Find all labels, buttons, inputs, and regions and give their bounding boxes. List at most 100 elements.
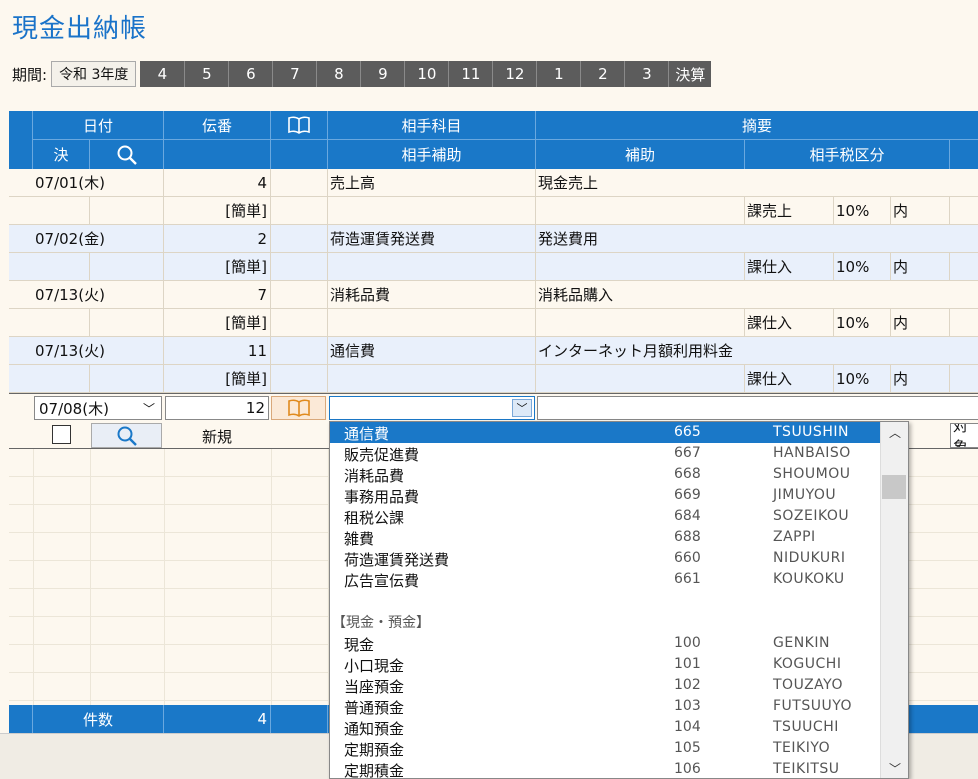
footer-count-label: 件数 (33, 705, 164, 733)
dropdown-item[interactable]: 定期積金 106 TEIKITSU (330, 759, 880, 778)
entry-book-button[interactable] (271, 396, 326, 420)
row-account: 売上高 (328, 169, 536, 196)
ledger-entry[interactable]: 07/13(火) 7 消耗品費 消耗品購入 [簡単] 課仕入 10% 内 (9, 281, 978, 337)
entry-target-field[interactable]: 対象 (950, 423, 978, 448)
table-row[interactable]: [簡単] 課売上 10% 内 (9, 197, 978, 225)
month-button-11[interactable]: 11 (448, 61, 493, 87)
page-title: 現金出納帳 (12, 14, 148, 44)
header-summary: 摘要 (741, 116, 772, 135)
row-date: 07/13(火) (33, 337, 164, 364)
dropdown-item[interactable]: 通知預金 104 TSUUCHI (330, 717, 880, 738)
month-button-6[interactable]: 6 (228, 61, 273, 87)
month-button-7[interactable]: 7 (272, 61, 317, 87)
dropdown-item[interactable]: 広告宣伝費 661 KOUKOKU (330, 569, 880, 590)
chevron-down-icon[interactable]: ﹀ (512, 399, 532, 417)
ledger-entry[interactable]: 07/13(火) 11 通信費 インターネット月額利用料金 [簡単] 課仕入 1… (9, 337, 978, 393)
dropdown-item[interactable]: 荷造運賃発送費 660 NIDUKURI (330, 548, 880, 569)
dropdown-item[interactable]: 租税公課 684 SOZEIKOU (330, 506, 880, 527)
table-row[interactable]: 07/02(金) 2 荷造運賃発送費 発送費用 (9, 225, 978, 253)
table-row[interactable]: [簡単] 課仕入 10% 内 (9, 365, 978, 393)
entry-account-select[interactable]: ﹀ (329, 396, 535, 420)
month-button-5[interactable]: 5 (184, 61, 229, 87)
row-date: 07/02(金) (33, 225, 164, 252)
settlement-button[interactable]: 決算 (668, 61, 712, 87)
dropdown-item[interactable]: 当座預金 102 TOUZAYO (330, 675, 880, 696)
entry-date-value: 07/08(木) (39, 399, 109, 418)
row-voucher-no: 11 (164, 337, 271, 364)
entry-settle-checkbox[interactable] (52, 425, 71, 444)
table-row[interactable]: 07/13(火) 7 消耗品費 消耗品購入 (9, 281, 978, 309)
row-tax: 課仕入 (745, 365, 834, 392)
footer-count-value: 4 (164, 705, 271, 733)
dropdown-scrollbar[interactable]: ︿ ﹀ (880, 422, 908, 778)
row-rate: 10% (834, 197, 891, 224)
entry-date-select[interactable]: 07/08(木) ﹀ (34, 396, 162, 420)
row-rate: 10% (834, 365, 891, 392)
dropdown-item[interactable]: 普通預金 103 FUTSUUYO (330, 696, 880, 717)
table-row[interactable]: 07/13(火) 11 通信費 インターネット月額利用料金 (9, 337, 978, 365)
row-account: 通信費 (328, 337, 536, 364)
month-button-4[interactable]: 4 (140, 61, 185, 87)
table-row[interactable]: 07/01(木) 4 売上高 現金売上 (9, 169, 978, 197)
month-button-3[interactable]: 3 (624, 61, 669, 87)
row-voucher-no: 7 (164, 281, 271, 308)
ledger-rows: 07/01(木) 4 売上高 現金売上 [簡単] 課売上 10% 内 07/02… (9, 169, 978, 393)
month-button-2[interactable]: 2 (580, 61, 625, 87)
entry-search-button[interactable] (91, 423, 162, 448)
header-search-icon[interactable] (90, 140, 164, 169)
dropdown-item[interactable]: 事務用品費 669 JIMUYOU (330, 485, 880, 506)
scrollbar-thumb[interactable] (882, 475, 906, 499)
month-bar: 4 5 6 7 8 9 10 11 12 1 2 3 決算 (140, 61, 712, 87)
header-settle: 決 (33, 140, 90, 169)
row-mode: [簡単] (164, 309, 271, 336)
dropdown-item[interactable]: 消耗品費 668 SHOUMOU (330, 464, 880, 485)
header-account: 相手科目 (328, 111, 536, 139)
grid-header: 日付 伝番 相手科目 摘要 決 相手補助 補助 相手税区分 (9, 111, 978, 169)
book-icon[interactable] (271, 111, 328, 139)
entry-summary-input[interactable] (537, 396, 978, 420)
row-date: 07/01(木) (33, 169, 164, 196)
ledger-entry[interactable]: 07/02(金) 2 荷造運賃発送費 発送費用 [簡単] 課仕入 10% 内 (9, 225, 978, 281)
row-tax: 課仕入 (745, 253, 834, 280)
dropdown-item[interactable]: 現金 100 GENKIN (330, 633, 880, 654)
row-account: 荷造運賃発送費 (328, 225, 536, 252)
dropdown-item[interactable]: 小口現金 101 KOGUCHI (330, 654, 880, 675)
entry-new-label: 新規 (201, 427, 232, 446)
row-rate: 10% (834, 309, 891, 336)
header-corner (9, 111, 33, 169)
header-blank-2 (271, 140, 328, 169)
row-incl: 内 (891, 253, 950, 280)
book-icon (287, 399, 310, 417)
row-summary: インターネット月額利用料金 (538, 342, 734, 360)
month-button-8[interactable]: 8 (316, 61, 361, 87)
account-dropdown-list[interactable]: 通信費 665 TSUUSHIN 販売促進費 667 HANBAISO 消耗品費… (329, 421, 909, 779)
row-account: 消耗品費 (328, 281, 536, 308)
header-voucher-no: 伝番 (164, 111, 271, 139)
row-incl: 内 (891, 365, 950, 392)
entry-voucher-no-input[interactable]: 12 (165, 396, 269, 420)
month-button-12[interactable]: 12 (492, 61, 537, 87)
period-label: 期間: (12, 65, 48, 84)
row-voucher-no: 2 (164, 225, 271, 252)
header-date: 日付 (33, 111, 164, 139)
dropdown-item[interactable]: 定期預金 105 TEIKIYO (330, 738, 880, 759)
month-button-9[interactable]: 9 (360, 61, 405, 87)
dropdown-item[interactable]: 販売促進費 667 HANBAISO (330, 443, 880, 464)
dropdown-item[interactable]: 通信費 665 TSUUSHIN (330, 422, 880, 443)
chevron-up-icon[interactable]: ︿ (881, 422, 908, 442)
row-mode: [簡単] (164, 253, 271, 280)
chevron-down-icon[interactable]: ﹀ (881, 758, 908, 778)
row-tax: 課売上 (745, 197, 834, 224)
month-button-10[interactable]: 10 (404, 61, 449, 87)
header-sub: 補助 (536, 140, 745, 169)
fiscal-year-select[interactable]: 令和 3年度 (51, 61, 137, 87)
row-incl: 内 (891, 309, 950, 336)
dropdown-item[interactable]: 雑費 688 ZAPPI (330, 527, 880, 548)
table-row[interactable]: [簡単] 課仕入 10% 内 (9, 253, 978, 281)
ledger-entry[interactable]: 07/01(木) 4 売上高 現金売上 [簡単] 課売上 10% 内 (9, 169, 978, 225)
table-row[interactable]: [簡単] 課仕入 10% 内 (9, 309, 978, 337)
month-button-1[interactable]: 1 (536, 61, 581, 87)
header-sub-account: 相手補助 (328, 140, 536, 169)
search-icon (117, 426, 137, 446)
row-voucher-no: 4 (164, 169, 271, 196)
